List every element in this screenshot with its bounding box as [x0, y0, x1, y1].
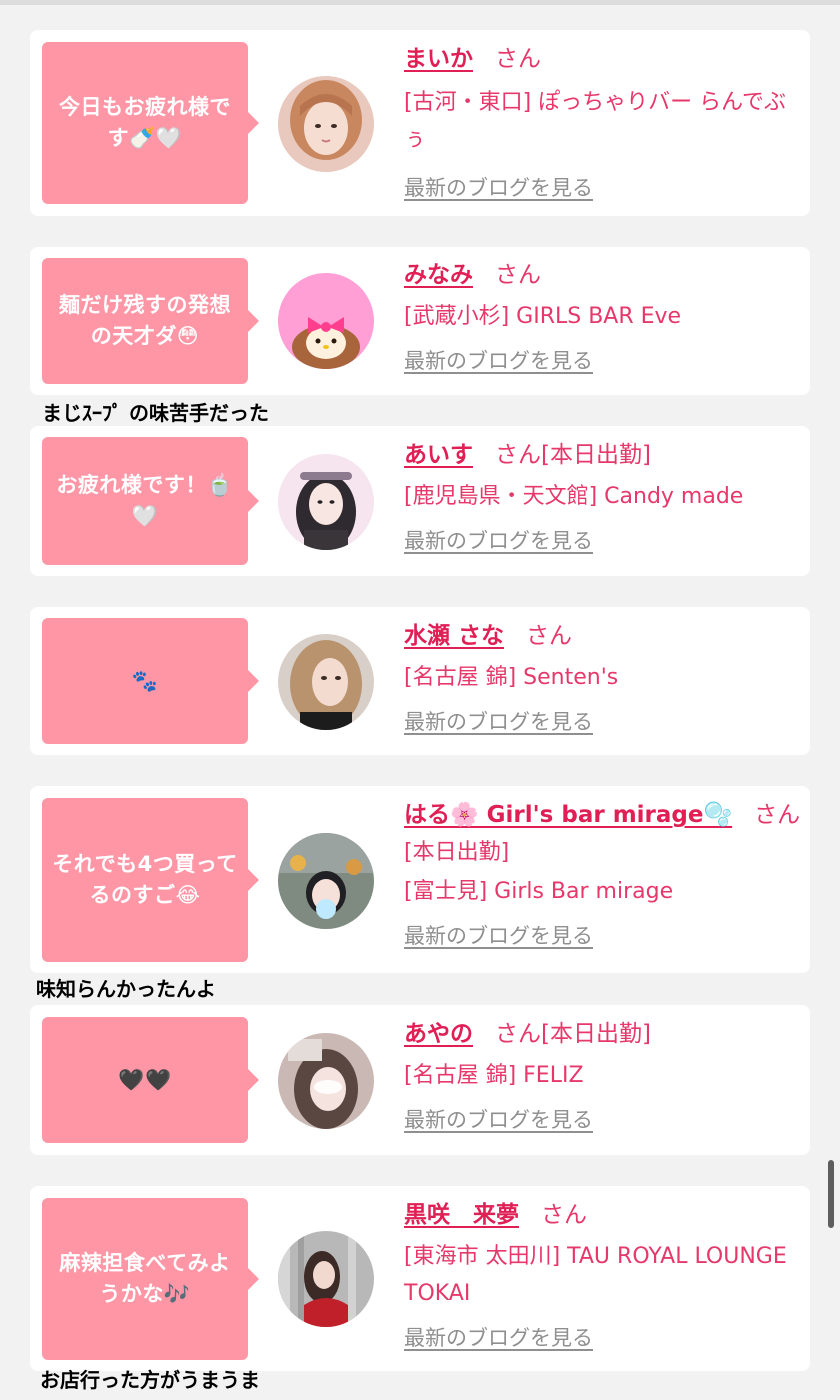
- blog-card[interactable]: 🖤🖤 あやの さん[本日出勤] [名古屋 錦] FELIZ 最新のブログを見る: [30, 1005, 810, 1155]
- comment-bubble: それでも4つ買ってるのすご😂: [42, 798, 259, 962]
- name-line: 黒咲 来夢 さん: [404, 1200, 796, 1230]
- name-line: あいす さん[本日出勤]: [404, 440, 796, 470]
- cast-name-link[interactable]: あいす: [404, 442, 473, 468]
- top-strip: [0, 0, 840, 5]
- shop-name: [古河・東口] ぽっちゃりバー らんでぶぅ: [404, 90, 787, 152]
- honorific: さん: [495, 1021, 541, 1047]
- comment-bubble: お疲れ様です！🍵🤍: [42, 437, 259, 565]
- status-line: [本日出勤]: [404, 840, 510, 865]
- cast-info: あいす さん[本日出勤] [鹿児島県・天文館] Candy made 最新のブログ…: [404, 440, 796, 555]
- shop-name: [東海市 太田川] TAU ROYAL LOUNGE TOKAI: [404, 1244, 787, 1306]
- shop-name: [武蔵小杉] GIRLS BAR Eve: [404, 304, 682, 329]
- honorific: さん: [526, 623, 573, 649]
- latest-blog-link[interactable]: 最新のブログを見る: [404, 920, 593, 950]
- avatar[interactable]: [278, 273, 374, 369]
- avatar[interactable]: [278, 833, 374, 929]
- latest-blog-link[interactable]: 最新のブログを見る: [404, 1104, 593, 1134]
- name-line: みなみ さん: [404, 260, 796, 290]
- status-tag: [本日出勤]: [541, 442, 651, 468]
- status-tag: [本日出勤]: [541, 1021, 651, 1047]
- shop-name: [鹿児島県・天文館] Candy made: [404, 484, 744, 509]
- comment-bubble: 麺だけ残すの発想の天才ダ😳: [42, 258, 259, 384]
- cast-info: 水瀬 さな さん [名古屋 錦] Senten's 最新のブログを見る: [404, 621, 796, 736]
- blog-card[interactable]: それでも4つ買ってるのすご😂 はる🌸 Girl's bar mirage🫧 さん …: [30, 786, 810, 973]
- honorific: さん: [754, 802, 801, 828]
- avatar[interactable]: [278, 1231, 374, 1327]
- latest-blog-link[interactable]: 最新のブログを見る: [404, 172, 593, 202]
- blog-card[interactable]: 麻辣担食べてみようかな🎶 黒咲 来夢 さん [東海市 太田川] TAU ROYAL…: [30, 1186, 810, 1371]
- name-line: あやの さん[本日出勤]: [404, 1019, 796, 1049]
- scrollbar-thumb[interactable]: [828, 1160, 834, 1228]
- comment-bubble: 今日もお疲れ様です🍼🤍: [42, 42, 259, 204]
- latest-blog-link[interactable]: 最新のブログを見る: [404, 345, 593, 375]
- name-line: まいか さん: [404, 44, 796, 74]
- cast-info: あやの さん[本日出勤] [名古屋 錦] FELIZ 最新のブログを見る: [404, 1019, 796, 1134]
- avatar[interactable]: [278, 454, 374, 550]
- blog-caption: お店行った方がうまうま: [40, 1368, 260, 1392]
- honorific: さん: [495, 46, 541, 72]
- cast-info: みなみ さん [武蔵小杉] GIRLS BAR Eve 最新のブログを見る: [404, 260, 796, 375]
- comment-bubble: 🐾: [42, 618, 259, 744]
- name-line: 水瀬 さな さん: [404, 621, 796, 651]
- cast-info: はる🌸 Girl's bar mirage🫧 さん [本日出勤] [富士見] Gi…: [404, 800, 800, 950]
- latest-blog-link[interactable]: 最新のブログを見る: [404, 706, 593, 736]
- cast-name-link[interactable]: 水瀬 さな: [404, 623, 504, 649]
- honorific: さん: [495, 442, 541, 468]
- honorific: さん: [495, 262, 541, 288]
- name-line: はる🌸 Girl's bar mirage🫧 さん: [404, 800, 800, 830]
- shop-name: [富士見] Girls Bar mirage: [404, 879, 674, 904]
- blog-caption: まじｽｰﾌﾟ の味苦手だった: [42, 401, 269, 425]
- avatar[interactable]: [278, 634, 374, 730]
- blog-card[interactable]: 今日もお疲れ様です🍼🤍 まいか さん [古河・東口] ぽっちゃりバー らんでぶぅ …: [30, 30, 810, 216]
- cast-info: まいか さん [古河・東口] ぽっちゃりバー らんでぶぅ 最新のブログを見る: [404, 44, 796, 202]
- avatar[interactable]: [278, 76, 374, 172]
- blog-caption: 味知らんかったんよ: [36, 977, 216, 1001]
- shop-name: [名古屋 錦] FELIZ: [404, 1063, 584, 1088]
- comment-bubble: 🖤🖤: [42, 1017, 259, 1143]
- shop-name: [名古屋 錦] Senten's: [404, 665, 619, 690]
- cast-name-link[interactable]: あやの: [404, 1021, 473, 1047]
- latest-blog-link[interactable]: 最新のブログを見る: [404, 525, 593, 555]
- blog-card[interactable]: お疲れ様です！🍵🤍 あいす さん[本日出勤] [鹿児島県・天文館] Candy m…: [30, 426, 810, 576]
- avatar[interactable]: [278, 1033, 374, 1129]
- comment-bubble: 麻辣担食べてみようかな🎶: [42, 1198, 259, 1360]
- blog-card[interactable]: 麺だけ残すの発想の天才ダ😳 みなみ さん [武蔵小杉] GIRLS BAR Eve…: [30, 247, 810, 395]
- cast-name-link[interactable]: 黒咲 来夢: [404, 1202, 519, 1228]
- honorific: さん: [541, 1202, 587, 1228]
- blog-card[interactable]: 🐾 水瀬 さな さん [名古屋 錦] Senten's 最新のブログを見る: [30, 607, 810, 755]
- cast-name-link[interactable]: まいか: [404, 46, 473, 72]
- latest-blog-link[interactable]: 最新のブログを見る: [404, 1322, 593, 1352]
- cast-name-link[interactable]: はる🌸 Girl's bar mirage🫧: [404, 802, 732, 828]
- cast-name-link[interactable]: みなみ: [404, 262, 473, 288]
- cast-info: 黒咲 来夢 さん [東海市 太田川] TAU ROYAL LOUNGE TOKAI…: [404, 1200, 796, 1352]
